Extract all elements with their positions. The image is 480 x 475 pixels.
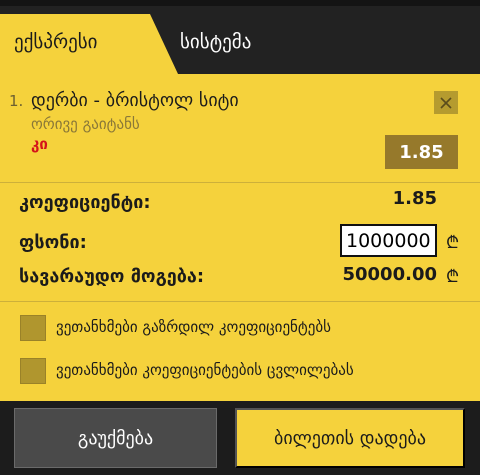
tab-express-label: ექსპრესი: [14, 31, 98, 53]
coefficient-label: კოეფიციენტი:: [19, 192, 151, 213]
divider: [0, 182, 480, 183]
place-bet-button[interactable]: ბილეთის დადება: [235, 408, 465, 468]
bet-match-name: დერბი - ბრისტოლ სიტი: [31, 90, 239, 111]
accept-increased-odds-label: ვეთანხმები გაზრდილ კოეფიციენტებს: [56, 318, 331, 336]
potential-win-label: სავარაუდო მოგება:: [19, 266, 205, 287]
stake-input[interactable]: [340, 224, 437, 257]
betslip-footer: გაუქმება ბილეთის დადება: [0, 401, 480, 475]
cancel-button[interactable]: გაუქმება: [14, 408, 217, 468]
bet-pick: კი: [31, 135, 48, 153]
status-bar-strip: [0, 0, 480, 6]
accept-increased-odds-option[interactable]: ვეთანხმები გაზრდილ კოეფიციენტებს: [20, 314, 460, 342]
bet-market: ორივე გაიტანს: [31, 115, 140, 133]
close-icon: [440, 96, 452, 109]
tab-system[interactable]: სისტემა: [178, 14, 480, 74]
remove-bet-button[interactable]: [434, 91, 458, 114]
stake-label: ფსონი:: [19, 232, 87, 253]
divider: [0, 301, 480, 302]
tab-express[interactable]: ექსპრესი: [0, 14, 178, 74]
bet-number: 1.: [9, 92, 24, 110]
accept-odds-change-checkbox[interactable]: [20, 358, 46, 384]
accept-increased-odds-checkbox[interactable]: [20, 315, 46, 341]
accept-odds-change-option[interactable]: ვეთანხმები კოეფიციენტების ცვლილებას: [20, 357, 460, 385]
coefficient-value: 1.85: [392, 188, 437, 209]
accept-odds-change-label: ვეთანხმები კოეფიციენტების ცვლილებას: [56, 361, 354, 379]
bet-item: 1. დერბი - ბრისტოლ სიტი ორივე გაიტანს კი…: [0, 74, 480, 182]
bet-odd-badge: 1.85: [385, 135, 458, 169]
bet-type-tabs: ექსპრესი სისტემა: [0, 0, 480, 74]
betslip-panel: 1. დერბი - ბრისტოლ სიტი ორივე გაიტანს კი…: [0, 74, 480, 401]
lari-icon: ₾: [446, 233, 460, 253]
lari-icon: ₾: [446, 267, 460, 287]
potential-win-value: 50000.00: [342, 264, 437, 285]
tab-system-label: სისტემა: [180, 31, 252, 53]
